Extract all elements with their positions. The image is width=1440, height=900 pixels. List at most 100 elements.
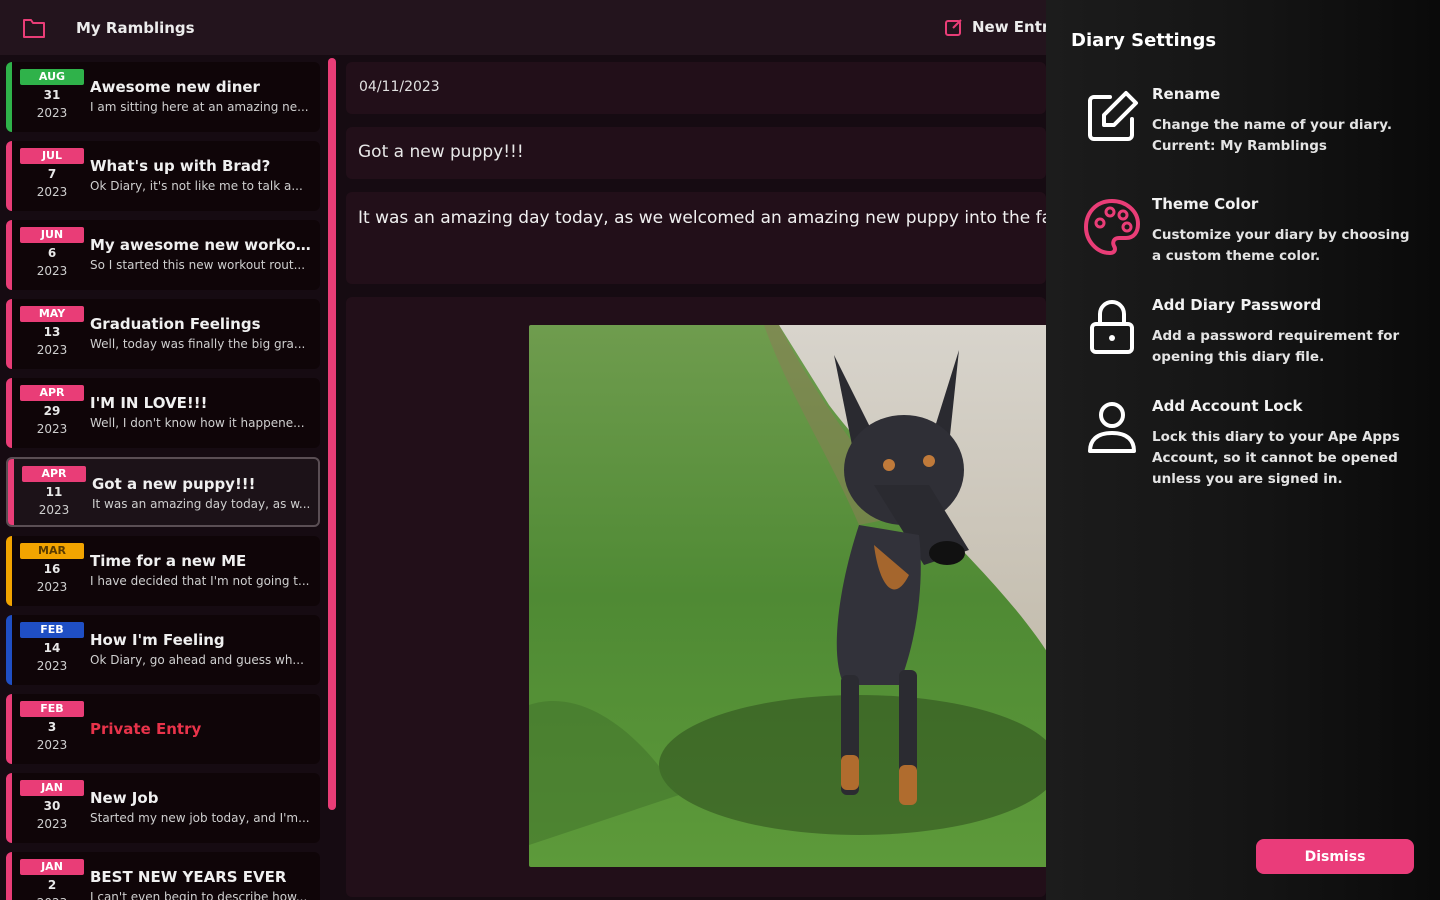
entry-year: 2023 <box>36 659 68 673</box>
entry-color-strip <box>6 220 12 290</box>
entry-date-badge: FEB 3 2023 <box>20 701 84 757</box>
entry-day: 31 <box>43 88 61 102</box>
entry-snippet: Started my new job today, and I'm... <box>90 811 310 825</box>
entry-snippet: Well, I don't know how it happene... <box>90 416 305 430</box>
entry-month: JAN <box>20 780 84 796</box>
diary-title: My Ramblings <box>76 19 195 37</box>
entry-list-item[interactable]: JAN 2 2023 BEST NEW YEARS EVER I can't even … <box>6 852 320 900</box>
entry-year: 2023 <box>36 106 68 120</box>
entry-snippet: I can't even begin to describe how... <box>90 890 308 900</box>
entry-month: FEB <box>20 701 84 717</box>
entry-year: 2023 <box>36 264 68 278</box>
lock-icon <box>1090 300 1134 354</box>
theme-color-desc: Customize your diary by choosing a custo… <box>1152 227 1410 264</box>
entry-month: FEB <box>20 622 84 638</box>
edit-icon <box>1088 91 1138 141</box>
entry-date: 04/11/2023 <box>359 79 440 95</box>
entry-date-field[interactable]: 04/11/2023 <box>346 62 1046 114</box>
theme-color-option[interactable]: Theme Color Customize your diary by choo… <box>1080 195 1420 285</box>
entry-list-item[interactable]: FEB 14 2023 How I'm Feeling Ok Diary, go ahe… <box>6 615 320 685</box>
entry-year: 2023 <box>36 738 68 752</box>
entry-title-field[interactable]: Got a new puppy!!! <box>346 127 1046 179</box>
entry-year: 2023 <box>36 817 68 831</box>
folder-icon[interactable] <box>22 17 46 39</box>
entry-title: New Job <box>90 789 159 807</box>
entry-date-badge: APR 11 2023 <box>22 466 86 522</box>
entry-year: 2023 <box>36 422 68 436</box>
entry-list-item[interactable]: JUL 7 2023 What's up with Brad? Ok Diary, it… <box>6 141 320 211</box>
entry-color-strip <box>6 62 12 132</box>
rename-option[interactable]: Rename Change the name of your diary. Cu… <box>1080 85 1420 175</box>
entry-day: 3 <box>47 720 57 734</box>
entry-list-item[interactable]: JUN 6 2023 My awesome new workout ... So I s… <box>6 220 320 290</box>
entry-day: 6 <box>47 246 57 260</box>
palette-icon <box>1083 198 1141 256</box>
entry-month: JUL <box>20 148 84 164</box>
entry-list-item[interactable]: JAN 30 2023 New Job Started my new job today… <box>6 773 320 843</box>
entry-snippet: So I started this new workout rout... <box>90 258 306 272</box>
entry-snippet: Ok Diary, go ahead and guess wh... <box>90 653 304 667</box>
entry-title: Time for a new ME <box>90 552 247 570</box>
entry-snippet: It was an amazing day today, as w... <box>92 497 311 511</box>
entry-color-strip <box>6 852 12 900</box>
entry-title: My awesome new workout ... <box>90 236 318 254</box>
entry-color-strip <box>6 536 12 606</box>
entry-title: I'M IN LOVE!!! <box>90 394 208 412</box>
entry-date-badge: MAY 13 2023 <box>20 306 84 362</box>
entry-day: 29 <box>43 404 61 418</box>
entry-list-item[interactable]: MAR 16 2023 Time for a new ME I have decided… <box>6 536 320 606</box>
entry-year: 2023 <box>20 894 84 900</box>
user-icon <box>1088 402 1136 453</box>
entry-month: MAR <box>20 543 84 559</box>
entry-list-scrollbar[interactable] <box>328 58 336 810</box>
entry-list-item[interactable]: FEB 3 2023 Private Entry <box>6 694 320 764</box>
entry-date-badge: AUG 31 2023 <box>20 69 84 125</box>
entry-date-badge: JUL 7 2023 <box>20 148 84 204</box>
rename-desc: Change the name of your diary. Current: … <box>1152 115 1412 157</box>
entry-snippet: I am sitting here at an amazing ne... <box>90 100 309 114</box>
account-lock-option[interactable]: Add Account Lock Lock this diary to your… <box>1080 397 1420 497</box>
entry-snippet: Ok Diary, it's not like me to talk a... <box>90 179 303 193</box>
entry-title: How I'm Feeling <box>90 631 225 649</box>
new-entry-icon <box>945 19 962 36</box>
entry-title: Got a new puppy!!! <box>358 142 524 162</box>
rename-desc-line: Change the name of your diary. <box>1152 117 1392 133</box>
add-password-option[interactable]: Add Diary Password Add a password requir… <box>1080 296 1420 386</box>
entry-color-strip <box>6 299 12 369</box>
entry-color-strip <box>8 459 14 525</box>
dismiss-button[interactable]: Dismiss <box>1256 839 1414 874</box>
entry-date-badge: APR 29 2023 <box>20 385 84 441</box>
theme-color-title: Theme Color <box>1152 195 1259 213</box>
entry-year: 2023 <box>36 343 68 357</box>
entry-title: BEST NEW YEARS EVER <box>90 868 287 886</box>
entry-body-field[interactable]: It was an amazing day today, as we welco… <box>346 192 1052 284</box>
entry-year: 2023 <box>38 503 70 517</box>
entry-date-badge: FEB 14 2023 <box>20 622 84 678</box>
entry-date-badge: JAN 30 2023 <box>20 780 84 836</box>
entry-list[interactable]: AUG 31 2023 Awesome new diner I am sitting h… <box>0 55 330 900</box>
account-lock-title: Add Account Lock <box>1152 397 1303 415</box>
entry-year: 2023 <box>36 580 68 594</box>
entry-month: APR <box>22 466 86 482</box>
entry-list-item[interactable]: AUG 31 2023 Awesome new diner I am sitting h… <box>6 62 320 132</box>
entry-list-item[interactable]: APR 11 2023 Got a new puppy!!! It was an ama… <box>6 457 320 527</box>
puppy-photo[interactable] <box>529 325 1049 867</box>
entry-list-item[interactable]: MAY 13 2023 Graduation Feelings Well, today … <box>6 299 320 369</box>
entry-color-strip <box>6 378 12 448</box>
entry-title: Private Entry <box>90 720 202 738</box>
new-entry-button[interactable]: New Entry <box>944 17 1059 37</box>
add-password-title: Add Diary Password <box>1152 296 1322 314</box>
entry-year: 2023 <box>36 185 68 199</box>
entry-body: It was an amazing day today, as we welco… <box>358 208 1053 228</box>
entry-day: 11 <box>45 485 63 499</box>
entry-day: 16 <box>43 562 61 576</box>
rename-current: Current: My Ramblings <box>1152 138 1327 154</box>
entry-month: AUG <box>20 69 84 85</box>
entry-day: 2 <box>47 878 57 892</box>
entry-color-strip <box>6 773 12 843</box>
entry-color-strip <box>6 141 12 211</box>
entry-list-item[interactable]: APR 29 2023 I'M IN LOVE!!! Well, I don't kno… <box>6 378 320 448</box>
entry-date-badge: JAN 2 2023 <box>20 859 84 900</box>
entry-title: Got a new puppy!!! <box>92 475 256 493</box>
rename-title: Rename <box>1152 85 1221 103</box>
